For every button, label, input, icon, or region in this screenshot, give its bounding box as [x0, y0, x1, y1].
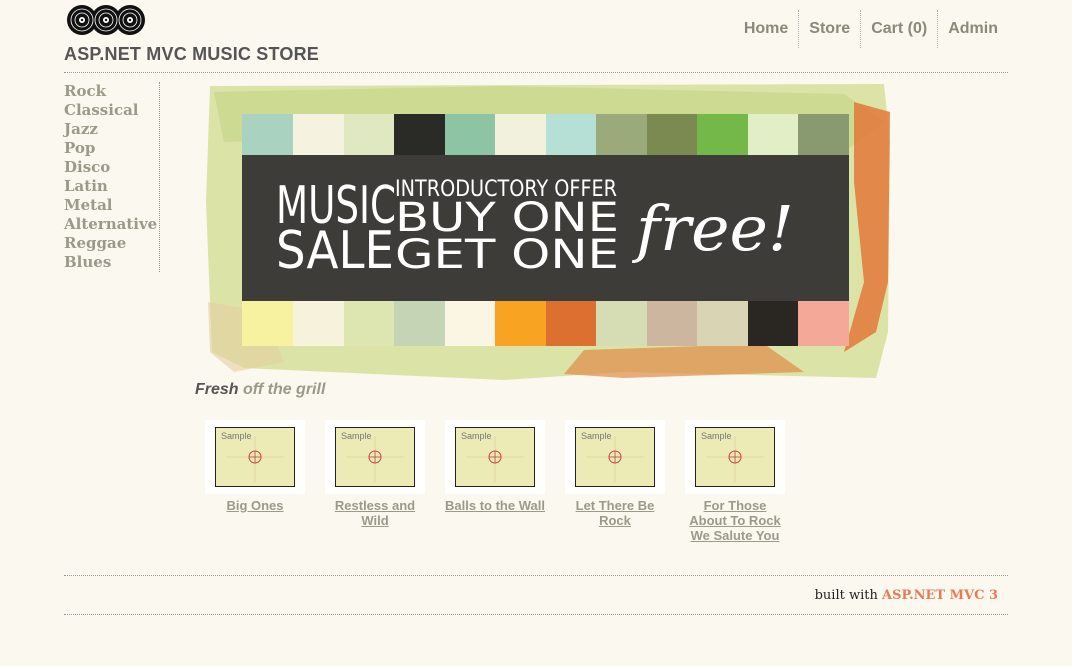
genre-link-rock[interactable]: Rock — [64, 82, 159, 101]
nav-store[interactable]: Store — [798, 10, 860, 48]
banner-free-text: free! — [632, 192, 794, 265]
album-art-placeholder: Sample — [455, 427, 535, 487]
nav-home[interactable]: Home — [734, 10, 798, 48]
album-art[interactable]: Sample — [685, 420, 785, 494]
built-with-text: built with ASP.NET MVC 3 — [815, 588, 998, 603]
album-item: Sample Big Ones — [205, 420, 305, 543]
crosshair-icon — [706, 436, 764, 482]
album-art[interactable]: Sample — [565, 420, 665, 494]
album-art-placeholder: Sample — [695, 427, 775, 487]
album-title-link[interactable]: Big Ones — [205, 498, 305, 513]
genre-menu: Rock Classical Jazz Pop Disco Latin Meta… — [64, 82, 160, 272]
crosshair-icon — [346, 436, 404, 482]
genre-link-classical[interactable]: Classical — [64, 101, 159, 120]
genre-link-jazz[interactable]: Jazz — [64, 120, 159, 139]
header: ASP.NET MVC MUSIC STORE Home Store Cart … — [64, 0, 1008, 73]
album-art-placeholder: Sample — [575, 427, 655, 487]
genre-link-pop[interactable]: Pop — [64, 139, 159, 158]
album-title-link[interactable]: Let There Be Rock — [565, 498, 665, 528]
banner-get-text: GET ONE — [395, 232, 619, 278]
crosshair-icon — [466, 436, 524, 482]
genre-link-disco[interactable]: Disco — [64, 158, 159, 177]
album-art-placeholder: Sample — [215, 427, 295, 487]
album-item: Sample Let There Be Rock — [565, 420, 665, 543]
fresh-strong: Fresh — [195, 381, 239, 398]
album-list: Sample Big Ones Sample Restless and Wild… — [205, 420, 805, 543]
album-art[interactable]: Sample — [325, 420, 425, 494]
built-with-prefix: built with — [814, 588, 882, 603]
album-art[interactable]: Sample — [445, 420, 545, 494]
banner-sale-text: SALE — [276, 221, 394, 281]
genre-link-blues[interactable]: Blues — [64, 253, 159, 272]
album-title-link[interactable]: For Those About To Rock We Salute You — [685, 498, 785, 543]
album-item: Sample Restless and Wild — [325, 420, 425, 543]
nav-cart[interactable]: Cart (0) — [860, 10, 937, 48]
site-title: ASP.NET MVC MUSIC STORE — [64, 44, 319, 64]
promo-banner: MUSIC SALE INTRODUCTORY OFFER BUY ONE GE… — [206, 84, 890, 380]
album-art[interactable]: Sample — [205, 420, 305, 494]
genre-link-alternative[interactable]: Alternative — [64, 215, 159, 234]
aspnet-mvc-link[interactable]: ASP.NET MVC 3 — [882, 588, 998, 603]
footer: built with ASP.NET MVC 3 — [64, 575, 1008, 615]
vinyl-records-logo-icon[interactable] — [66, 2, 146, 38]
album-item: Sample Balls to the Wall — [445, 420, 545, 543]
crosshair-icon — [226, 436, 284, 482]
fresh-heading: Fresh off the grill — [195, 381, 325, 399]
crosshair-icon — [586, 436, 644, 482]
album-title-link[interactable]: Balls to the Wall — [445, 498, 545, 513]
nav-admin[interactable]: Admin — [937, 10, 1008, 48]
fresh-rest: off the grill — [238, 381, 326, 398]
main-nav: Home Store Cart (0) Admin — [734, 10, 1008, 48]
album-title-link[interactable]: Restless and Wild — [325, 498, 425, 528]
album-art-placeholder: Sample — [335, 427, 415, 487]
genre-link-latin[interactable]: Latin — [64, 177, 159, 196]
genre-link-metal[interactable]: Metal — [64, 196, 159, 215]
genre-link-reggae[interactable]: Reggae — [64, 234, 159, 253]
album-item: Sample For Those About To Rock We Salute… — [685, 420, 785, 543]
